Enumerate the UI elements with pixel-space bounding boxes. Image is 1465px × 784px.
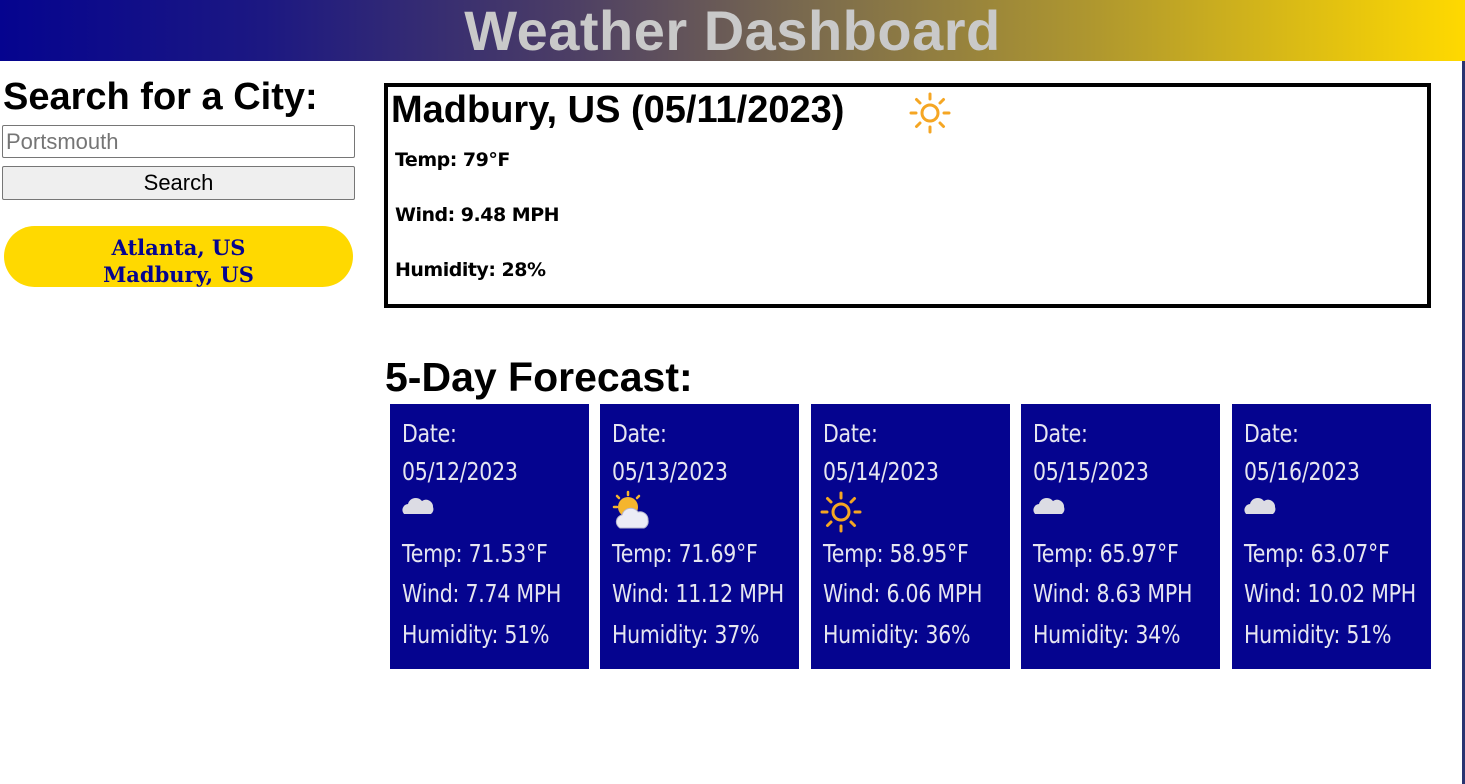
- forecast-date: 05/12/2023: [402, 457, 518, 486]
- forecast-date: 05/13/2023: [612, 457, 728, 486]
- forecast-temp: Temp: 71.69°F: [612, 539, 758, 568]
- forecast-wind: Wind: 10.02 MPH: [1244, 579, 1416, 608]
- forecast-date: 05/16/2023: [1244, 457, 1360, 486]
- city-search-input[interactable]: [2, 125, 355, 158]
- history-item-madbury[interactable]: Madbury, US: [4, 261, 353, 288]
- cloud-icon: [1033, 497, 1065, 514]
- forecast-date-label: Date:: [823, 419, 878, 448]
- current-wind: Wind: 9.48 MPH: [395, 204, 560, 226]
- forecast-humidity: Humidity: 51%: [1244, 620, 1392, 649]
- search-button[interactable]: Search: [2, 166, 355, 200]
- forecast-date-label: Date:: [402, 419, 457, 448]
- forecast-temp: Temp: 71.53°F: [402, 539, 548, 568]
- history-item-atlanta[interactable]: Atlanta, US: [4, 234, 353, 261]
- forecast-card: Date: 05/13/2023 Temp: 71.69°F Wind: 11.…: [600, 404, 799, 669]
- forecast-card: Date: 05/12/2023 Temp: 71.53°F Wind: 7.7…: [390, 404, 589, 669]
- current-weather-title: Madbury, US (05/11/2023): [391, 89, 845, 131]
- forecast-card: Date: 05/15/2023 Temp: 65.97°F Wind: 8.6…: [1021, 404, 1220, 669]
- forecast-humidity: Humidity: 36%: [823, 620, 971, 649]
- forecast-humidity: Humidity: 51%: [402, 620, 550, 649]
- forecast-date: 05/14/2023: [823, 457, 939, 486]
- forecast-card: Date: 05/14/2023 Temp: 58.95°F Wind: 6.0…: [811, 404, 1010, 669]
- current-humidity: Humidity: 28%: [395, 259, 546, 281]
- forecast-temp: Temp: 65.97°F: [1033, 539, 1179, 568]
- current-temp: Temp: 79°F: [395, 149, 510, 171]
- forecast-temp: Temp: 63.07°F: [1244, 539, 1390, 568]
- forecast-date: 05/15/2023: [1033, 457, 1149, 486]
- search-history: Atlanta, US Madbury, US: [4, 226, 353, 287]
- forecast-temp: Temp: 58.95°F: [823, 539, 969, 568]
- sun-icon: [909, 92, 951, 134]
- forecast-date-label: Date:: [1033, 419, 1088, 448]
- sun-icon: [820, 491, 862, 533]
- forecast-date-label: Date:: [612, 419, 667, 448]
- forecast-wind: Wind: 6.06 MPH: [823, 579, 983, 608]
- forecast-humidity: Humidity: 37%: [612, 620, 760, 649]
- search-heading: Search for a City:: [3, 76, 318, 118]
- forecast-wind: Wind: 11.12 MPH: [612, 579, 784, 608]
- current-weather-panel: Madbury, US (05/11/2023) Temp: 79°F Wind…: [384, 83, 1431, 308]
- page-title: Weather Dashboard: [464, 0, 1001, 62]
- page-header: Weather Dashboard: [0, 0, 1465, 61]
- forecast-card: Date: 05/16/2023 Temp: 63.07°F Wind: 10.…: [1232, 404, 1431, 669]
- forecast-wind: Wind: 8.63 MPH: [1033, 579, 1193, 608]
- forecast-date-label: Date:: [1244, 419, 1299, 448]
- sun-behind-cloud-icon: [612, 490, 649, 529]
- forecast-heading: 5-Day Forecast:: [385, 354, 693, 400]
- cloud-icon: [1244, 497, 1276, 514]
- forecast-wind: Wind: 7.74 MPH: [402, 579, 562, 608]
- cloud-icon: [402, 497, 434, 514]
- forecast-humidity: Humidity: 34%: [1033, 620, 1181, 649]
